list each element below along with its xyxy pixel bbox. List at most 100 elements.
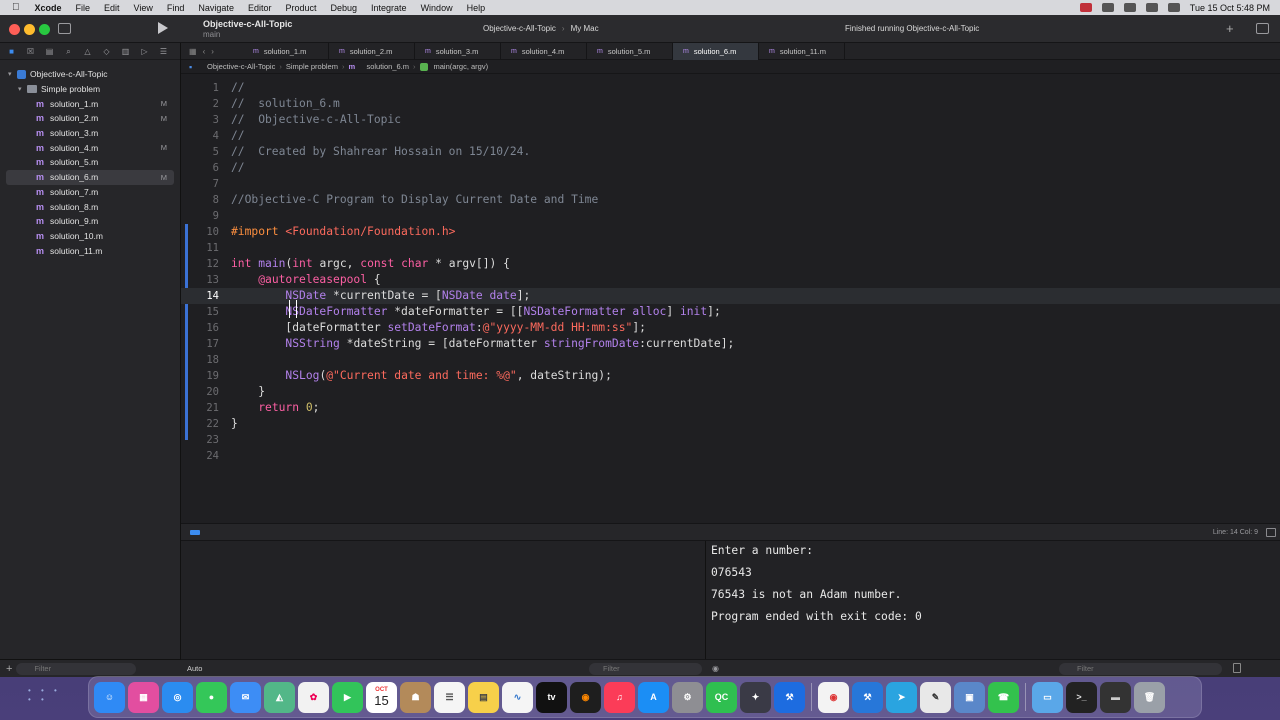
code-text[interactable]: NSLog(@"Current date and time: %@", date… bbox=[231, 368, 611, 384]
clock[interactable]: Tue 15 Oct 5:48 PM bbox=[1190, 3, 1270, 13]
issue-icon[interactable]: △ bbox=[83, 47, 92, 56]
maps-icon[interactable]: ◭ bbox=[264, 681, 295, 713]
line-number[interactable]: 9 bbox=[181, 208, 219, 224]
tab-solution-6[interactable]: m solution_6.m bbox=[673, 42, 759, 60]
menu-product[interactable]: Product bbox=[278, 3, 323, 13]
menu-view[interactable]: View bbox=[127, 3, 160, 13]
tree-project[interactable]: ▾ Objective-c-All-Topic bbox=[0, 67, 180, 82]
tab-solution-11[interactable]: m solution_11.m bbox=[759, 42, 845, 60]
code-text[interactable]: return 0; bbox=[231, 400, 319, 416]
code-text[interactable]: // bbox=[231, 128, 245, 144]
code-line[interactable]: 11 bbox=[181, 240, 1280, 256]
menu-help[interactable]: Help bbox=[460, 3, 493, 13]
variables-scope-select[interactable]: Auto bbox=[187, 664, 202, 673]
app-menu[interactable]: Xcode bbox=[28, 3, 69, 13]
scheme-selector[interactable]: Objective-c-All-Topic › My Mac bbox=[483, 24, 599, 33]
code-line[interactable]: 13 @autoreleasepool { bbox=[181, 272, 1280, 288]
report-icon[interactable]: ☰ bbox=[159, 47, 168, 56]
breadcrumb-group[interactable]: Simple problem bbox=[286, 62, 338, 71]
tree-file[interactable]: m solution_2.m M bbox=[0, 111, 180, 126]
breadcrumb-symbol[interactable]: main(argc, argv) bbox=[434, 62, 489, 71]
instruments-icon[interactable]: ◉ bbox=[570, 681, 601, 713]
eye-icon[interactable]: ◉ bbox=[712, 664, 719, 673]
textedit-icon[interactable]: ✎ bbox=[920, 681, 951, 713]
symbol-icon[interactable]: ▤ bbox=[45, 47, 54, 56]
system-settings-icon[interactable]: ⚙ bbox=[672, 681, 703, 713]
notes-icon[interactable]: ▤ bbox=[468, 681, 499, 713]
tree-file[interactable]: m solution_9.m bbox=[0, 214, 180, 229]
finder-icon[interactable]: ☺ bbox=[94, 681, 125, 713]
code-text[interactable]: } bbox=[231, 416, 238, 432]
photos-icon[interactable]: ✿ bbox=[298, 681, 329, 713]
contacts-icon[interactable]: ☗ bbox=[400, 681, 431, 713]
code-text[interactable]: #import <Foundation/Foundation.h> bbox=[231, 224, 455, 240]
branch-label[interactable]: main bbox=[203, 30, 220, 39]
code-line[interactable]: 16 [dateFormatter setDateFormat:@"yyyy-M… bbox=[181, 320, 1280, 336]
menu-integrate[interactable]: Integrate bbox=[364, 3, 414, 13]
tree-file[interactable]: m solution_1.m M bbox=[0, 96, 180, 111]
code-text[interactable]: @autoreleasepool { bbox=[231, 272, 380, 288]
menu-edit[interactable]: Edit bbox=[97, 3, 127, 13]
forward-arrow-icon[interactable]: › bbox=[211, 47, 214, 56]
line-number[interactable]: 1 bbox=[181, 80, 219, 96]
line-number[interactable]: 10 bbox=[181, 224, 219, 240]
folder-icon[interactable]: ▭ bbox=[1032, 681, 1063, 713]
code-text[interactable]: NSDateFormatter *dateFormatter = [[NSDat… bbox=[231, 304, 720, 320]
code-line[interactable]: 22} bbox=[181, 416, 1280, 432]
line-number[interactable]: 23 bbox=[181, 432, 219, 448]
tree-file[interactable]: m solution_5.m bbox=[0, 155, 180, 170]
facetime-icon[interactable]: ☎ bbox=[988, 681, 1019, 713]
grid-icon[interactable]: ▦ bbox=[189, 47, 197, 56]
mail-icon[interactable]: ✉ bbox=[230, 681, 261, 713]
messages-icon[interactable]: ● bbox=[196, 681, 227, 713]
minimize-window-button[interactable] bbox=[24, 24, 35, 35]
console-filter-input[interactable]: Filter bbox=[1059, 663, 1222, 675]
find-icon[interactable]: ⌕ bbox=[64, 47, 73, 56]
console-output[interactable]: Enter a number: 076543 76543 is not an A… bbox=[706, 541, 1280, 659]
line-number[interactable]: 4 bbox=[181, 128, 219, 144]
code-line[interactable]: 18 bbox=[181, 352, 1280, 368]
line-number[interactable]: 6 bbox=[181, 160, 219, 176]
code-text[interactable]: //Objective-C Program to Display Current… bbox=[231, 192, 598, 208]
code-text[interactable]: // Objective-c-All-Topic bbox=[231, 112, 401, 128]
music-icon[interactable]: ♫ bbox=[604, 681, 635, 713]
code-line[interactable]: 19 NSLog(@"Current date and time: %@", d… bbox=[181, 368, 1280, 384]
tree-file[interactable]: m solution_4.m M bbox=[0, 140, 180, 155]
source-control-icon[interactable]: ☒ bbox=[26, 47, 35, 56]
disclosure-icon[interactable]: ▾ bbox=[18, 85, 27, 93]
code-text[interactable]: [dateFormatter setDateFormat:@"yyyy-MM-d… bbox=[231, 320, 646, 336]
menu-navigate[interactable]: Navigate bbox=[191, 3, 241, 13]
code-line[interactable]: 1 // bbox=[181, 80, 1280, 96]
split-view-icon[interactable] bbox=[1266, 528, 1276, 537]
facetime-icon[interactable]: ▶ bbox=[332, 681, 363, 713]
wifi-icon[interactable] bbox=[1101, 3, 1114, 12]
code-line[interactable]: 8 //Objective-C Program to Display Curren… bbox=[181, 192, 1280, 208]
code-line[interactable]: 23 bbox=[181, 432, 1280, 448]
battery-icon[interactable] bbox=[1123, 3, 1136, 12]
davinci-icon[interactable]: ✦ bbox=[740, 681, 771, 713]
tree-file[interactable]: m solution_3.m bbox=[0, 126, 180, 141]
code-text[interactable]: // bbox=[231, 80, 245, 96]
qc-icon[interactable]: QC bbox=[706, 681, 737, 713]
line-number[interactable]: 17 bbox=[181, 336, 219, 352]
code-line[interactable]: 20 } bbox=[181, 384, 1280, 400]
menu-find[interactable]: Find bbox=[160, 3, 192, 13]
destination-name[interactable]: My Mac bbox=[571, 24, 599, 33]
code-line[interactable]: 6 // bbox=[181, 160, 1280, 176]
display-icon[interactable]: ▬ bbox=[1100, 681, 1131, 713]
terminal-icon[interactable]: >_ bbox=[1066, 681, 1097, 713]
line-number[interactable]: 14 bbox=[181, 288, 219, 304]
xcode-icon[interactable]: ⚒ bbox=[774, 681, 805, 713]
preview-icon[interactable]: ▣ bbox=[954, 681, 985, 713]
source-editor[interactable]: 1 // 2 // solution_6.m 3 // Objective-c-All-T… bbox=[181, 74, 1280, 523]
code-line[interactable]: 14 NSDate *currentDate = [NSDate date]; bbox=[181, 288, 1280, 304]
code-line[interactable]: 9 bbox=[181, 208, 1280, 224]
code-line[interactable]: 21 return 0; bbox=[181, 400, 1280, 416]
code-lines[interactable]: 1 // 2 // solution_6.m 3 // Objective-c-All-T… bbox=[181, 80, 1280, 464]
code-text[interactable]: NSString *dateString = [dateFormatter st… bbox=[231, 336, 734, 352]
zoom-window-button[interactable] bbox=[39, 24, 50, 35]
line-number[interactable]: 11 bbox=[181, 240, 219, 256]
navigator-filter-input[interactable]: Filter bbox=[16, 662, 137, 675]
back-arrow-icon[interactable]: ‹ bbox=[203, 47, 206, 56]
launchpad-icon[interactable]: ▦ bbox=[128, 681, 159, 713]
